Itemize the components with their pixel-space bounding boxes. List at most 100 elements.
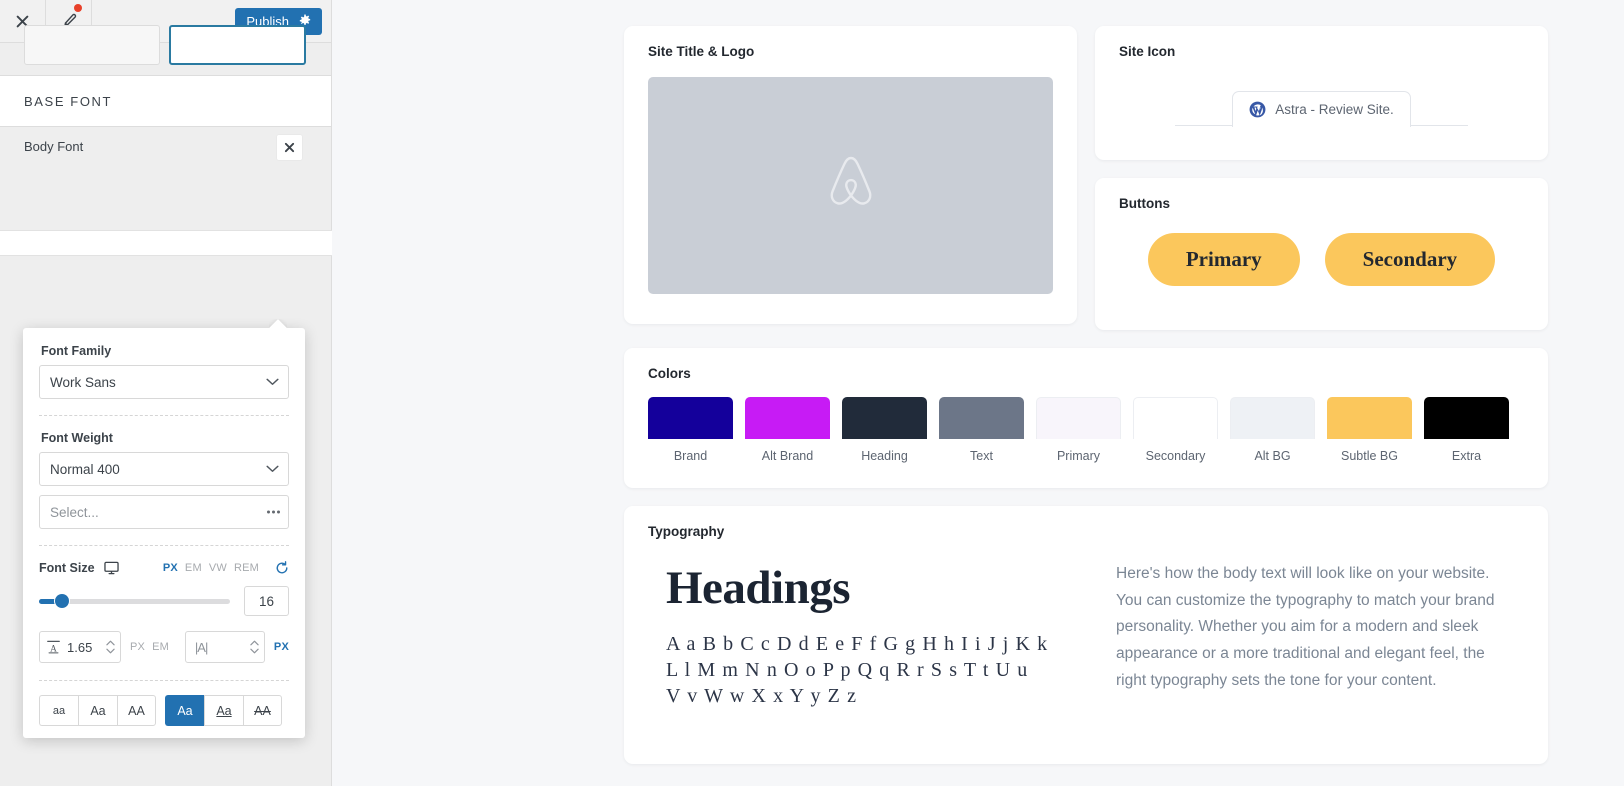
color-swatch[interactable]: Alt BG bbox=[1230, 397, 1315, 463]
swatch-label: Extra bbox=[1451, 449, 1482, 463]
unit-vw[interactable]: VW bbox=[209, 562, 227, 574]
swatch-chip bbox=[1036, 397, 1121, 439]
color-swatch[interactable]: Brand bbox=[648, 397, 733, 463]
line-height-value: 1.65 bbox=[67, 639, 93, 655]
popover-separator-2 bbox=[39, 545, 289, 546]
desktop-icon[interactable] bbox=[103, 561, 119, 575]
heading-sample: Headings bbox=[666, 562, 851, 614]
line-height-letter-spacing-row: A 1.65 PX EM |A| PX bbox=[39, 631, 289, 663]
font-size-header: Font Size PX EM VW REM bbox=[39, 561, 289, 575]
swatch-chip bbox=[1424, 397, 1509, 439]
selector-option-selected[interactable] bbox=[169, 25, 306, 65]
text-transform-capitalize[interactable]: Aa bbox=[78, 695, 117, 726]
letter-spacing-placeholder: |A| bbox=[194, 639, 208, 655]
text-decoration-strikethrough[interactable]: AA bbox=[243, 695, 282, 726]
color-swatch[interactable]: Secondary bbox=[1133, 397, 1218, 463]
swatch-label: Subtle BG bbox=[1341, 449, 1398, 463]
typography-card-label: Typography bbox=[648, 524, 725, 539]
letter-spacing-input[interactable]: |A| bbox=[184, 631, 265, 663]
panel-body: Body Font Font Family Work Sans Font Wei… bbox=[0, 127, 332, 786]
browser-tab-mockup: Astra - Review Site. bbox=[1095, 81, 1548, 127]
line-height-unit-px[interactable]: PX bbox=[130, 641, 145, 653]
color-swatch[interactable]: Extra bbox=[1424, 397, 1509, 463]
unit-rem[interactable]: REM bbox=[234, 562, 259, 574]
swatch-label: Brand bbox=[673, 449, 708, 463]
swatch-label: Alt Brand bbox=[761, 449, 814, 463]
chevron-down-icon bbox=[266, 465, 279, 473]
section-title: BASE FONT bbox=[24, 93, 113, 109]
buttons-card: Buttons Primary Secondary bbox=[1095, 178, 1548, 330]
body-font-label: Body Font bbox=[24, 139, 84, 154]
color-swatch[interactable]: Heading bbox=[842, 397, 927, 463]
popover-separator-3 bbox=[39, 680, 289, 681]
letter-spacing-stepper[interactable] bbox=[250, 640, 259, 654]
close-icon bbox=[284, 142, 295, 153]
selector-option-unselected[interactable] bbox=[24, 25, 160, 65]
chevron-down-icon bbox=[266, 378, 279, 386]
text-style-button-group: aa Aa AA Aa Aa AA bbox=[39, 695, 289, 726]
customizer-screen: Publish BASE FONT Body Font Font Family … bbox=[0, 0, 1624, 786]
swatch-label: Alt BG bbox=[1254, 449, 1291, 463]
popover-separator-1 bbox=[39, 415, 289, 416]
primary-button-sample[interactable]: Primary bbox=[1147, 233, 1300, 286]
device-selector-row bbox=[0, 25, 331, 76]
font-variants-select[interactable]: Select... bbox=[39, 495, 289, 529]
line-height-unit-em[interactable]: EM bbox=[152, 641, 169, 653]
swatch-label: Text bbox=[970, 449, 993, 463]
typography-popover: Font Family Work Sans Font Weight Normal… bbox=[23, 328, 305, 738]
secondary-button-sample[interactable]: Secondary bbox=[1324, 233, 1496, 286]
font-weight-label: Font Weight bbox=[41, 431, 113, 445]
site-icon-card: Site Icon Astra - Review Site. bbox=[1095, 26, 1548, 160]
swatch-label: Heading bbox=[861, 449, 908, 463]
letter-spacing-unit-px[interactable]: PX bbox=[274, 641, 289, 653]
swatch-chip bbox=[1133, 397, 1218, 439]
font-weight-select[interactable]: Normal 400 bbox=[39, 452, 289, 486]
text-decoration-none[interactable]: Aa bbox=[165, 695, 204, 726]
color-swatch-list: Brand Alt Brand Heading Text Primary Secondar… bbox=[624, 381, 1548, 463]
line-height-units: PX EM bbox=[130, 641, 169, 653]
swatch-chip bbox=[1327, 397, 1412, 439]
color-swatch[interactable]: Alt Brand bbox=[745, 397, 830, 463]
color-swatch[interactable]: Text bbox=[939, 397, 1024, 463]
font-size-units: PX EM VW REM bbox=[163, 561, 289, 575]
alphabet-line-3: V v W w X x Y y Z z bbox=[666, 685, 858, 707]
logo-card-label: Site Title & Logo bbox=[648, 44, 755, 59]
color-swatch[interactable]: Subtle BG bbox=[1327, 397, 1412, 463]
font-variants-placeholder: Select... bbox=[50, 504, 99, 520]
body-font-close-button[interactable] bbox=[277, 135, 302, 160]
text-decoration-underline[interactable]: Aa bbox=[204, 695, 243, 726]
letter-spacing-units: PX bbox=[274, 641, 289, 653]
swatch-chip bbox=[648, 397, 733, 439]
icon-card-label: Site Icon bbox=[1119, 44, 1176, 59]
reset-icon[interactable] bbox=[275, 561, 289, 575]
font-size-slider-row: 16 bbox=[39, 586, 289, 616]
text-transform-lowercase[interactable]: aa bbox=[39, 695, 78, 726]
font-size-input[interactable]: 16 bbox=[244, 586, 289, 616]
logo-placeholder[interactable] bbox=[648, 77, 1053, 294]
airbnb-belo-icon bbox=[823, 153, 879, 218]
line-height-icon: A bbox=[47, 640, 60, 654]
font-size-slider[interactable] bbox=[39, 592, 230, 610]
slider-handle[interactable] bbox=[54, 594, 69, 608]
font-family-select[interactable]: Work Sans bbox=[39, 365, 289, 399]
swatch-label: Primary bbox=[1056, 449, 1101, 463]
text-transform-uppercase[interactable]: AA bbox=[117, 695, 156, 726]
swatch-chip bbox=[745, 397, 830, 439]
notification-badge bbox=[74, 4, 82, 12]
colors-card-label: Colors bbox=[648, 366, 691, 381]
color-swatch[interactable]: Primary bbox=[1036, 397, 1121, 463]
typography-card: Typography Headings A a B b C c D d E e … bbox=[624, 506, 1548, 764]
wordpress-icon bbox=[1249, 101, 1266, 118]
body-text-sample: Here's how the body text will look like … bbox=[1116, 565, 1495, 689]
unit-px[interactable]: PX bbox=[163, 562, 178, 574]
font-weight-value: Normal 400 bbox=[50, 461, 120, 477]
alphabet-line-1: A a B b C c D d E e F f G g H h I i J j … bbox=[666, 633, 1049, 655]
browser-tab[interactable]: Astra - Review Site. bbox=[1232, 91, 1411, 127]
line-height-input[interactable]: A 1.65 bbox=[39, 631, 121, 663]
browser-tab-title: Astra - Review Site. bbox=[1275, 102, 1394, 117]
line-height-stepper[interactable] bbox=[106, 640, 115, 654]
ellipsis-icon[interactable] bbox=[267, 510, 280, 514]
font-size-label: Font Size bbox=[39, 561, 95, 575]
font-family-label: Font Family bbox=[41, 344, 112, 358]
unit-em[interactable]: EM bbox=[185, 562, 202, 574]
